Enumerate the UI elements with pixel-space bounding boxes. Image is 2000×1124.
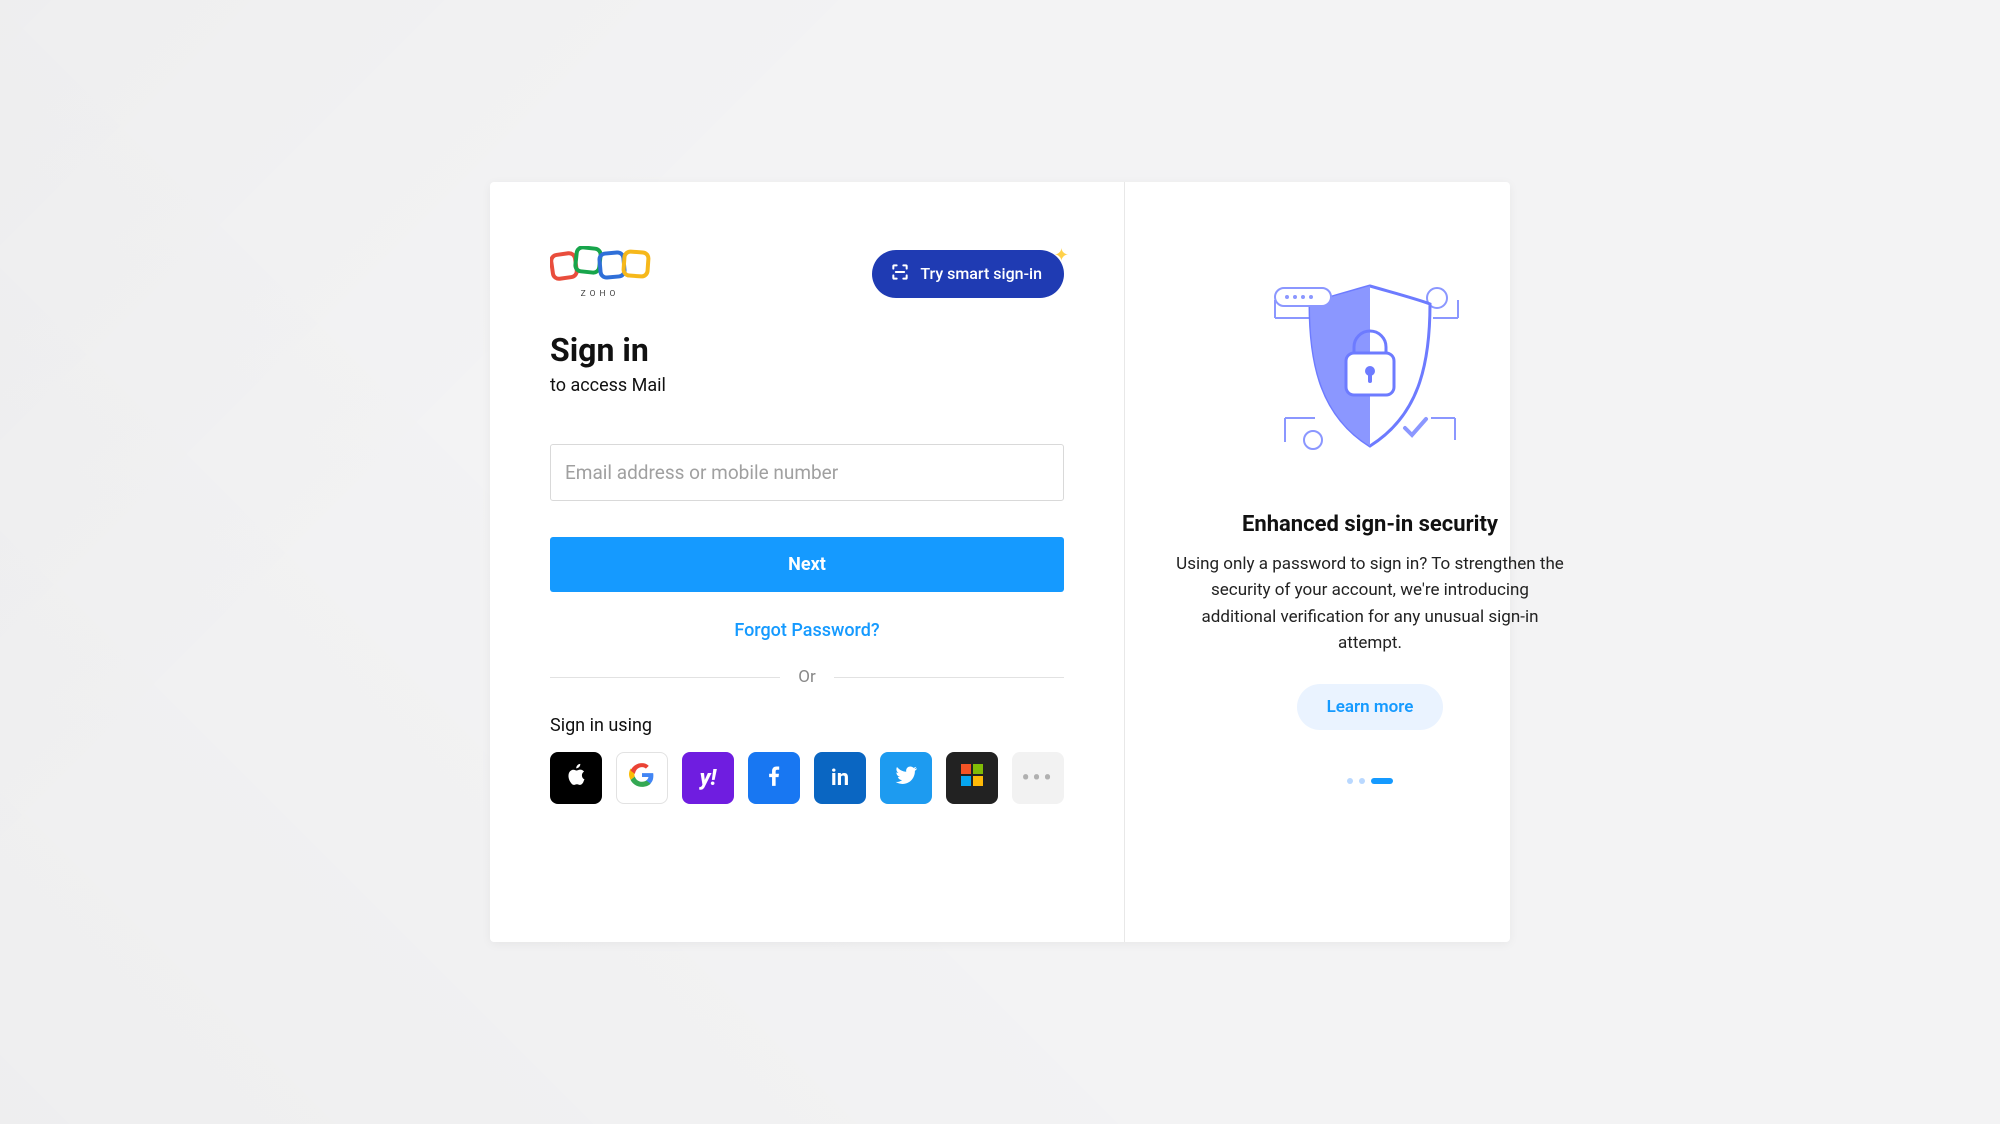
forgot-password-link[interactable]: Forgot Password?: [550, 620, 1064, 641]
signin-card: ZOHO Try smart sign-in ✦ Sign in to acce…: [490, 182, 1510, 942]
signin-apple-button[interactable]: [550, 752, 602, 804]
learn-more-button[interactable]: Learn more: [1297, 684, 1444, 730]
try-smart-signin-button[interactable]: Try smart sign-in ✦: [872, 250, 1064, 298]
try-smart-signin-label: Try smart sign-in: [920, 264, 1042, 283]
more-icon: •••: [1022, 766, 1055, 791]
promo-title: Enhanced sign-in security: [1242, 512, 1498, 537]
page-title: Sign in: [550, 331, 1064, 369]
next-button[interactable]: Next: [550, 537, 1064, 592]
qr-icon: [890, 262, 910, 286]
twitter-icon: [893, 762, 919, 794]
promo-body: Using only a password to sign in? To str…: [1173, 551, 1567, 656]
signin-more-button[interactable]: •••: [1012, 752, 1064, 804]
signin-form-panel: ZOHO Try smart sign-in ✦ Sign in to acce…: [490, 182, 1125, 942]
carousel-dot-2[interactable]: [1371, 778, 1393, 784]
signin-google-button[interactable]: [616, 752, 668, 804]
header-row: ZOHO Try smart sign-in ✦: [550, 246, 1064, 301]
page-subtitle: to access Mail: [550, 375, 1064, 396]
apple-icon: [564, 762, 588, 794]
logo-text: ZOHO: [581, 289, 620, 299]
google-icon: [629, 762, 655, 794]
signin-facebook-button[interactable]: [748, 752, 800, 804]
shield-lock-illustration: [1255, 258, 1485, 482]
email-or-mobile-input[interactable]: [550, 444, 1064, 501]
facebook-icon: [761, 762, 787, 794]
social-signin-row: y! in •••: [550, 752, 1064, 804]
microsoft-icon: [961, 764, 983, 792]
carousel-dot-1[interactable]: [1359, 778, 1365, 784]
yahoo-icon: y!: [700, 766, 717, 791]
signin-twitter-button[interactable]: [880, 752, 932, 804]
divider-label: Or: [798, 667, 815, 687]
promo-carousel-dots: [1347, 778, 1393, 784]
sparkle-icon: ✦: [1054, 245, 1069, 266]
signin-using-label: Sign in using: [550, 715, 1064, 736]
linkedin-icon: in: [831, 766, 849, 791]
signin-yahoo-button[interactable]: y!: [682, 752, 734, 804]
carousel-dot-0[interactable]: [1347, 778, 1353, 784]
signin-microsoft-button[interactable]: [946, 752, 998, 804]
zoho-logo: ZOHO: [550, 246, 670, 301]
signin-linkedin-button[interactable]: in: [814, 752, 866, 804]
divider-or: Or: [550, 667, 1064, 687]
promo-panel: Enhanced sign-in security Using only a p…: [1125, 182, 1615, 942]
